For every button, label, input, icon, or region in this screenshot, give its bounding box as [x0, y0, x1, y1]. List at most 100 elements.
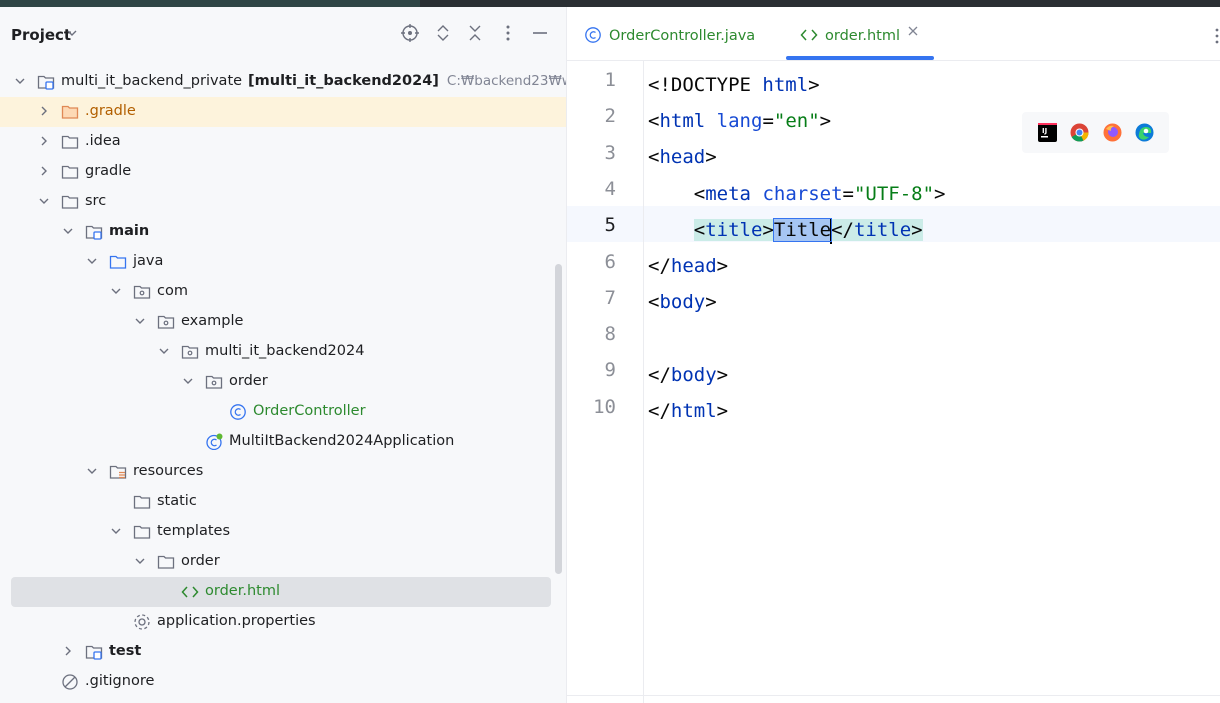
html-file-icon [800, 29, 818, 41]
tab-options-icon[interactable] [1214, 27, 1220, 49]
tree-row[interactable]: templates [0, 517, 566, 547]
code-token: > [705, 291, 717, 313]
line-number: 9 [604, 359, 616, 382]
chevron-right-icon[interactable] [38, 105, 50, 117]
line-number: 8 [604, 323, 616, 346]
options-menu-icon[interactable] [497, 23, 519, 45]
tree-row-label: order.html [205, 583, 280, 599]
chevron-right-icon[interactable] [38, 135, 50, 147]
tree-row-label: main [109, 223, 149, 239]
locate-icon[interactable] [399, 23, 421, 45]
chevron-down-icon[interactable] [134, 315, 146, 327]
code-token: "en" [773, 110, 820, 132]
line-number: 3 [604, 141, 616, 164]
chevron-down-icon[interactable] [182, 375, 194, 387]
editor-bottom-border [567, 695, 1220, 696]
tree-row[interactable]: multi_it_backend2024 [0, 337, 566, 367]
code-token: </ [648, 364, 671, 386]
tree-row[interactable]: order.html [11, 577, 551, 607]
code-line: </body> [648, 357, 728, 393]
tree-row-label: OrderController [253, 403, 366, 419]
package-icon [205, 373, 223, 390]
tree-row[interactable]: test [0, 637, 566, 667]
project-scrollbar[interactable] [555, 264, 562, 574]
tree-row-name: gradle [85, 163, 132, 179]
tree-row[interactable]: example [0, 307, 566, 337]
code-token: body [670, 364, 717, 386]
expand-all-icon[interactable] [432, 23, 454, 45]
tree-row[interactable]: src [0, 187, 566, 217]
line-number: 7 [604, 286, 616, 309]
tree-row-label: order [181, 553, 220, 569]
close-icon[interactable] [907, 25, 919, 41]
tree-row[interactable]: OrderController [0, 397, 566, 427]
chevron-down-icon[interactable] [86, 465, 98, 477]
firefox-icon[interactable] [1103, 123, 1122, 142]
tree-row[interactable]: .gitignore [0, 667, 566, 697]
chevron-down-icon[interactable] [158, 345, 170, 357]
code-line: </head> [648, 248, 728, 284]
tree-row-label: MultiItBackend2024Application [229, 433, 454, 449]
matched-tag-highlight: </title> [831, 219, 923, 241]
chevron-right-icon[interactable] [62, 645, 74, 657]
chevron-down-icon[interactable] [86, 255, 98, 267]
hide-panel-icon[interactable] [529, 23, 551, 45]
code-token: = [842, 183, 854, 205]
project-panel-title[interactable]: Project [11, 26, 71, 44]
chevron-down-icon[interactable] [66, 27, 78, 42]
tree-row-label: test [109, 643, 141, 659]
tree-row[interactable]: .idea [0, 127, 566, 157]
module-name: [multi_it_backend2024] [248, 73, 439, 89]
tree-row-name: static [157, 493, 197, 509]
chevron-down-icon[interactable] [38, 195, 50, 207]
tree-row[interactable]: main [0, 217, 566, 247]
code-token: title [705, 219, 763, 241]
code-line: <title>Title</title> [648, 212, 923, 248]
code-token: > [762, 219, 774, 241]
folder-icon [61, 193, 79, 210]
edge-icon[interactable] [1135, 123, 1154, 142]
code-token: > [808, 74, 820, 96]
code-token: </ [831, 219, 854, 241]
line-number: 5 [604, 214, 616, 237]
chevron-down-icon[interactable] [134, 555, 146, 567]
tree-row[interactable]: order [0, 547, 566, 577]
tree-row[interactable]: java [0, 247, 566, 277]
tree-row[interactable]: .gradle [0, 97, 566, 127]
tree-row-name: multi_it_backend2024 [205, 343, 365, 359]
intellij-icon[interactable]: IJ [1038, 123, 1057, 142]
chevron-down-icon[interactable] [14, 75, 26, 87]
tree-row-name: multi_it_backend_private [61, 73, 243, 89]
tree-row[interactable]: com [0, 277, 566, 307]
code-token: charset [762, 183, 843, 205]
collapse-all-icon[interactable] [464, 23, 486, 45]
folder-icon [133, 493, 151, 510]
chevron-down-icon[interactable] [110, 525, 122, 537]
chrome-icon[interactable] [1070, 123, 1089, 142]
tree-row[interactable]: static [0, 487, 566, 517]
package-icon [181, 343, 199, 360]
chevron-right-icon[interactable] [38, 165, 50, 177]
tree-row-name: MultiItBackend2024Application [229, 433, 455, 449]
tree-row[interactable]: multi_it_backend_private [multi_it_backen… [0, 67, 566, 97]
tree-row-name: templates [157, 523, 231, 539]
chevron-down-icon[interactable] [110, 285, 122, 297]
code-token: html [762, 74, 809, 96]
code-token: </ [648, 400, 671, 422]
project-path: C:₩backend23₩work₩g [446, 73, 566, 89]
code-token: < [648, 291, 660, 313]
tree-row[interactable]: order [0, 367, 566, 397]
tree-row[interactable]: gradle [0, 157, 566, 187]
tree-row[interactable]: application.properties [0, 607, 566, 637]
chevron-down-icon[interactable] [62, 225, 74, 237]
code-line: <head> [648, 139, 717, 175]
package-icon [133, 283, 151, 300]
open-in-browser-popup: IJ [1022, 112, 1169, 153]
tree-row-label: src [85, 193, 106, 209]
code-token: <!DOCTYPE [648, 74, 763, 96]
code-token: < [693, 219, 706, 241]
tree-row[interactable]: resources [0, 457, 566, 487]
tree-row[interactable]: MultiItBackend2024Application [0, 427, 566, 457]
tree-row-name: java [133, 253, 164, 269]
